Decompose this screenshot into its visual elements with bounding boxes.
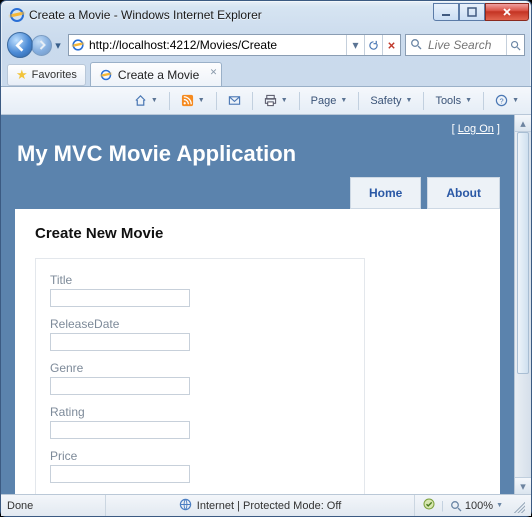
form-fieldset: Title ReleaseDate Genre Rating (35, 258, 365, 494)
address-bar: ▾ (68, 34, 401, 56)
window-buttons (433, 3, 529, 21)
field-genre: Genre (50, 361, 350, 395)
svg-text:?: ? (500, 96, 504, 105)
viewport: [ Log On ] My MVC Movie Application Home… (1, 115, 531, 494)
window-title: Create a Movie - Windows Internet Explor… (29, 8, 433, 22)
safety-menu[interactable]: Safety▼ (364, 90, 418, 112)
protected-mode-icon[interactable] (423, 498, 435, 513)
readmail-button[interactable] (222, 90, 247, 112)
status-text: Done (7, 500, 97, 512)
scroll-track[interactable] (515, 132, 531, 477)
globe-icon (179, 498, 192, 514)
address-dropdown[interactable]: ▾ (346, 35, 364, 55)
logon-link[interactable]: Log On (458, 123, 494, 135)
label-title: Title (50, 273, 350, 287)
forward-button[interactable] (31, 35, 52, 56)
nav-home[interactable]: Home (350, 177, 421, 209)
tools-menu[interactable]: Tools▼ (429, 90, 478, 112)
ie-icon (9, 7, 25, 23)
safety-menu-label: Safety (370, 95, 401, 107)
status-bar: Done Internet | Protected Mode: Off | 10… (1, 494, 531, 516)
input-price[interactable] (50, 465, 190, 483)
search-provider-icon[interactable] (406, 38, 426, 53)
vertical-scrollbar[interactable]: ▴ ▾ (514, 115, 531, 494)
nav-row: ▾ ▾ (1, 29, 531, 61)
search-button[interactable] (506, 35, 524, 55)
separator (252, 92, 253, 110)
tools-menu-label: Tools (435, 95, 461, 107)
search-input[interactable] (426, 37, 506, 53)
scroll-down-button[interactable]: ▾ (515, 477, 531, 494)
separator (483, 92, 484, 110)
resize-grip[interactable] (511, 499, 525, 513)
nav-about[interactable]: About (427, 177, 500, 209)
back-button[interactable] (7, 32, 33, 58)
tab-row: ★ Favorites Create a Movie ✕ (1, 61, 531, 87)
star-icon: ★ (16, 67, 28, 83)
separator (358, 92, 359, 110)
feeds-button[interactable]: ▼ (175, 90, 211, 112)
label-genre: Genre (50, 361, 350, 375)
page-menu[interactable]: Page▼ (305, 90, 354, 112)
logon-area: [ Log On ] (15, 123, 500, 135)
input-title[interactable] (50, 289, 190, 307)
logon-bracket-right: ] (494, 123, 500, 135)
input-releasedate[interactable] (50, 333, 190, 351)
minimize-button[interactable] (433, 3, 459, 21)
label-rating: Rating (50, 405, 350, 419)
favorites-button[interactable]: ★ Favorites (7, 64, 86, 86)
input-rating[interactable] (50, 421, 190, 439)
browser-window: Create a Movie - Windows Internet Explor… (0, 0, 532, 517)
separator (216, 92, 217, 110)
field-releasedate: ReleaseDate (50, 317, 350, 351)
field-rating: Rating (50, 405, 350, 439)
print-button[interactable]: ▼ (258, 90, 294, 112)
address-input[interactable] (87, 35, 346, 55)
page-heading: Create New Movie (35, 225, 480, 242)
help-button[interactable]: ?▼ (489, 90, 525, 112)
scroll-up-button[interactable]: ▴ (515, 115, 531, 132)
favorites-label: Favorites (32, 69, 77, 81)
close-button[interactable] (485, 3, 529, 21)
app-title: My MVC Movie Application (17, 141, 500, 167)
status-separator: | (441, 500, 444, 512)
page-icon (69, 38, 87, 53)
tab-title: Create a Movie (118, 68, 199, 82)
command-bar: ▼ ▼ ▼ Page▼ Safety▼ Tools▼ ?▼ (1, 87, 531, 115)
status-right: | 100% ▼ (423, 498, 503, 513)
field-price: Price (50, 449, 350, 483)
separator (423, 92, 424, 110)
input-genre[interactable] (50, 377, 190, 395)
tab-close-icon[interactable]: ✕ (210, 67, 218, 78)
browser-tab[interactable]: Create a Movie ✕ (90, 62, 222, 86)
nav-buttons: ▾ (7, 32, 64, 58)
label-releasedate: ReleaseDate (50, 317, 350, 331)
tab-favicon (99, 67, 113, 82)
nav-tabs: Home About (15, 177, 500, 209)
page-body: [ Log On ] My MVC Movie Application Home… (1, 115, 514, 494)
field-title: Title (50, 273, 350, 307)
search-box (405, 34, 525, 56)
content-card: Create New Movie Title ReleaseDate Genre (15, 209, 500, 494)
status-zone: Internet | Protected Mode: Off (105, 495, 415, 516)
zoom-control[interactable]: 100% ▼ (450, 500, 503, 512)
refresh-button[interactable] (364, 35, 382, 55)
zoom-value: 100% (465, 500, 493, 512)
scroll-thumb[interactable] (517, 132, 529, 374)
separator (299, 92, 300, 110)
label-price: Price (50, 449, 350, 463)
maximize-button[interactable] (459, 3, 485, 21)
titlebar: Create a Movie - Windows Internet Explor… (1, 1, 531, 29)
page-menu-label: Page (311, 95, 337, 107)
status-zone-text: Internet | Protected Mode: Off (197, 500, 342, 512)
separator (169, 92, 170, 110)
home-button[interactable]: ▼ (128, 90, 164, 112)
stop-button[interactable] (382, 35, 400, 55)
recent-dropdown[interactable]: ▾ (52, 35, 64, 55)
